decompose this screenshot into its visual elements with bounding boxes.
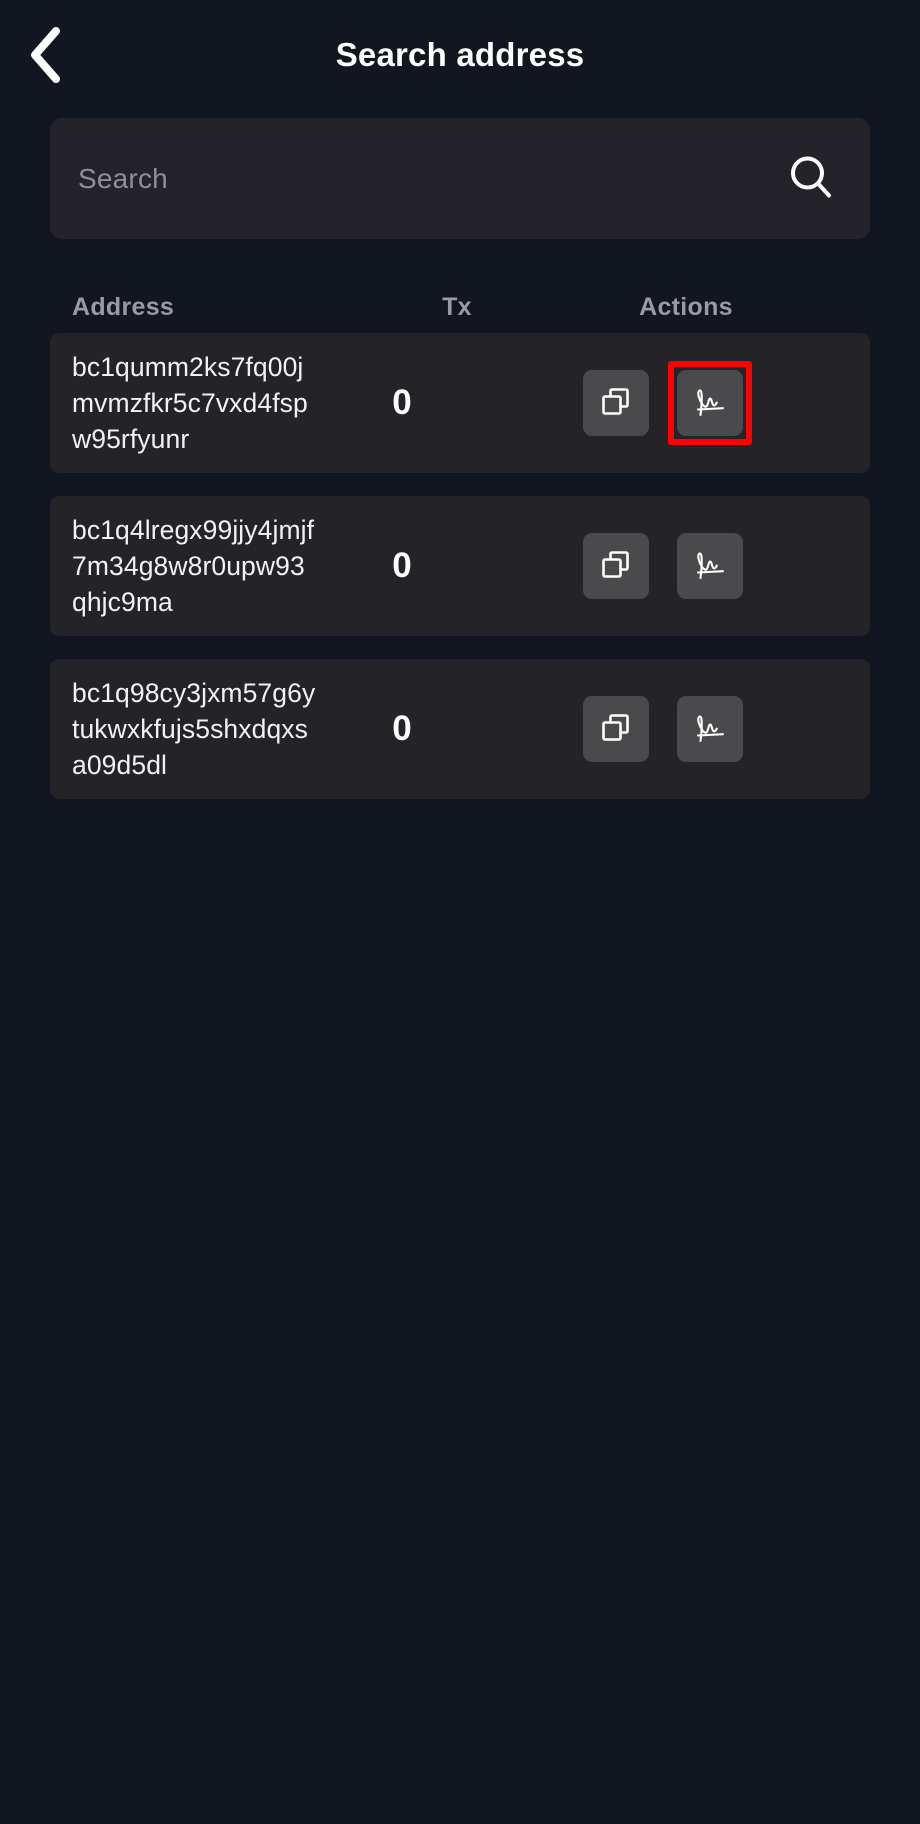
page-title: Search address bbox=[335, 35, 585, 73]
row-actions bbox=[487, 361, 848, 446]
copy-address-button[interactable] bbox=[582, 696, 649, 763]
column-header-address: Address bbox=[72, 292, 175, 321]
app-header: Search address bbox=[0, 0, 920, 108]
signature-icon bbox=[692, 386, 728, 421]
column-header-actions: Actions bbox=[639, 292, 733, 321]
tx-count: 0 bbox=[392, 709, 412, 749]
copy-icon bbox=[599, 548, 633, 585]
chevron-left-icon bbox=[28, 27, 62, 83]
back-button[interactable] bbox=[14, 22, 76, 88]
copy-icon bbox=[599, 385, 633, 422]
copy-address-button[interactable] bbox=[582, 533, 649, 600]
address-value: bc1qumm2ks7fq00jmvmzfkr5c7vxd4fspw95rfyu… bbox=[72, 352, 308, 455]
tx-count: 0 bbox=[392, 383, 412, 423]
table-header-row: Address Tx Actions bbox=[50, 281, 870, 333]
column-header-tx: Tx bbox=[442, 292, 472, 321]
row-actions bbox=[487, 533, 848, 600]
row-actions bbox=[487, 696, 848, 763]
app-screen: Search address Address Tx Actions bc1qum… bbox=[0, 0, 920, 1824]
search-input[interactable] bbox=[78, 162, 782, 195]
sign-message-button[interactable] bbox=[667, 361, 752, 446]
search-field[interactable] bbox=[50, 118, 870, 239]
signature-icon bbox=[692, 549, 728, 584]
table-row: bc1q4lregx99jjy4jmjf7m34g8w8r0upw93qhjc9… bbox=[50, 496, 870, 637]
tx-count: 0 bbox=[392, 546, 412, 586]
sign-message-button[interactable] bbox=[676, 533, 743, 600]
signature-icon bbox=[692, 712, 728, 747]
copy-icon bbox=[599, 711, 633, 748]
copy-address-button[interactable] bbox=[582, 370, 649, 437]
address-value: bc1q4lregx99jjy4jmjf7m34g8w8r0upw93qhjc9… bbox=[72, 515, 315, 618]
table-row: bc1qumm2ks7fq00jmvmzfkr5c7vxd4fspw95rfyu… bbox=[50, 333, 870, 474]
sign-message-button[interactable] bbox=[676, 696, 743, 763]
address-table: Address Tx Actions bc1qumm2ks7fq00jmvmzf… bbox=[50, 239, 870, 800]
table-row: bc1q98cy3jxm57g6ytukwxkfujs5shxdqxsa09d5… bbox=[50, 659, 870, 800]
search-button[interactable] bbox=[782, 150, 840, 208]
search-icon bbox=[788, 154, 834, 203]
address-value: bc1q98cy3jxm57g6ytukwxkfujs5shxdqxsa09d5… bbox=[72, 678, 316, 781]
